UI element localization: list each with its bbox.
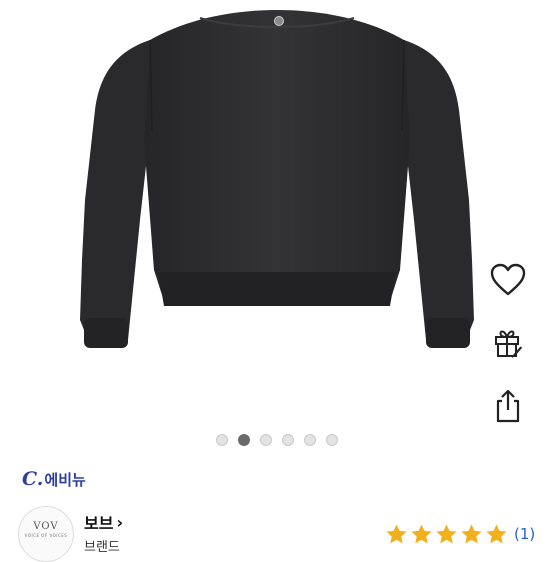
wishlist-button[interactable] [486,258,530,302]
brand-name-link[interactable]: 보브 › [84,510,123,534]
carousel-dot[interactable] [282,434,294,446]
product-image[interactable] [0,0,554,420]
share-button[interactable] [486,384,530,428]
star-icon [436,523,457,543]
carousel-dot[interactable] [238,434,250,446]
gift-button[interactable] [486,320,530,364]
seller-logo-mark: C. [22,468,44,490]
rating-summary[interactable]: (1) [385,521,535,547]
left-cuff [84,318,128,348]
hem-band [158,272,396,306]
left-sleeve [80,40,150,340]
right-sleeve [404,40,474,340]
brand-logo-text: VOV [33,521,59,532]
star-icon [461,523,482,543]
carousel-dot[interactable] [260,434,272,446]
star-icon [386,523,407,543]
carousel-dot[interactable] [216,434,228,446]
brand-name: 보브 [84,514,114,533]
carousel-dot[interactable] [304,434,316,446]
sweatshirt-illustration [80,10,474,348]
carousel-dots [0,434,554,448]
right-cuff [426,318,470,348]
chevron-right-icon: › [116,512,124,532]
chest-emblem [274,16,284,26]
star-icon [411,523,432,543]
brand-logo-subtext: VOICE OF VOICES [24,533,68,538]
carousel-dot[interactable] [326,434,338,446]
review-count: (1) [514,525,536,543]
sweater-body [144,10,410,295]
rating-stars [385,523,508,546]
seller-logo[interactable]: C. 에비뉴 [22,468,86,492]
share-icon [496,389,520,423]
star-icon [486,523,507,543]
seller-name: 에비뉴 [44,471,86,489]
heart-icon [490,263,526,296]
brand-caption: 브랜드 [84,540,120,555]
gift-icon [495,330,522,358]
